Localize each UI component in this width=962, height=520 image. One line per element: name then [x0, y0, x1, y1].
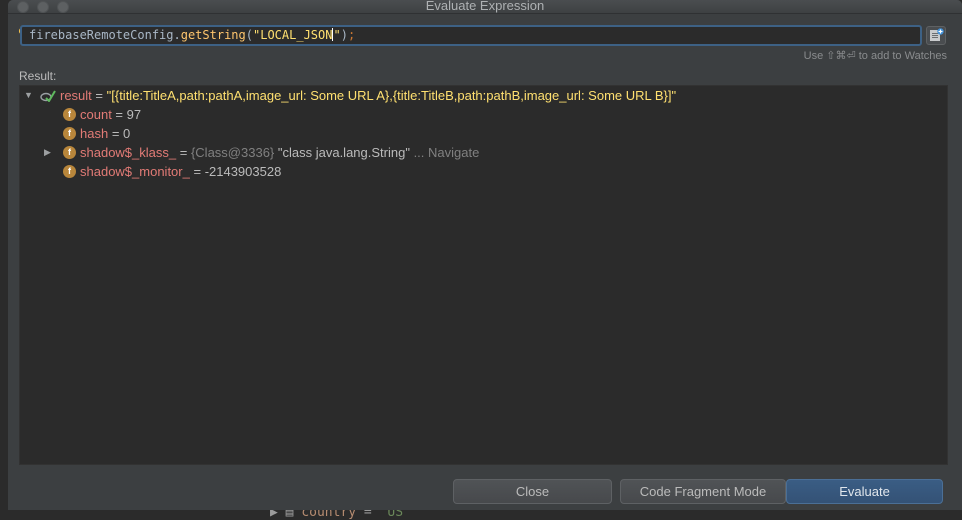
expr-token-open-paren: (: [245, 28, 253, 42]
field-icon: f: [63, 146, 76, 159]
title-bar: Evaluate Expression: [8, 0, 962, 14]
expr-token-string: "LOCAL_JSON: [253, 28, 333, 42]
field-icon: f: [63, 127, 76, 140]
equals-sign: =: [108, 126, 124, 141]
variable-name: shadow$_klass_: [80, 145, 177, 160]
close-button[interactable]: Close: [453, 479, 612, 504]
variable-name: hash: [80, 126, 109, 141]
field-icon: f: [63, 108, 76, 121]
expand-arrow-right-icon[interactable]: ▶: [44, 143, 51, 162]
navigate-link[interactable]: ... Navigate: [410, 145, 480, 160]
expr-token-string-end: ": [333, 28, 341, 42]
add-to-watches-button[interactable]: [926, 26, 946, 45]
variable-value: "class java.lang.String": [274, 145, 410, 160]
object-id: {Class@3336}: [190, 145, 275, 160]
result-label: Result:: [19, 69, 57, 83]
equals-sign: =: [111, 107, 127, 122]
variable-name: result: [60, 88, 92, 103]
equals-sign: =: [189, 164, 205, 179]
variable-name: shadow$_monitor_: [80, 164, 190, 179]
expr-token-dot: .: [173, 28, 181, 42]
expr-token-receiver: firebaseRemoteConfig: [29, 28, 174, 42]
result-tree[interactable]: ▼ result = "[{title:TitleA,path:pathA,im…: [19, 85, 948, 465]
field-icon: f: [63, 165, 76, 178]
variable-value: 97: [126, 107, 142, 122]
expression-input[interactable]: firebaseRemoteConfig.getString("LOCAL_JS…: [20, 25, 922, 46]
variable-name: count: [80, 107, 112, 122]
code-fragment-mode-button[interactable]: Code Fragment Mode: [620, 479, 786, 504]
watch-hint: Use ⇧⌘⏎ to add to Watches: [803, 50, 947, 62]
expr-token-close-paren: ): [340, 28, 348, 42]
variable-value: 0: [123, 126, 131, 141]
expr-token-method: getString: [180, 28, 246, 42]
variable-value: "[{title:TitleA,path:pathA,image_url: So…: [106, 88, 677, 103]
watches-icon: [930, 28, 944, 41]
window-title: Evaluate Expression: [425, 0, 545, 13]
expand-arrow-down-icon[interactable]: ▼: [24, 86, 33, 105]
evaluate-expression-dialog: Evaluate Expression firebaseRemoteConfig…: [8, 0, 962, 510]
expr-token-semicolon: ;: [347, 28, 356, 42]
background-editor-strip: [0, 0, 8, 520]
variable-value: -2143903528: [204, 164, 282, 179]
equals-sign: =: [91, 88, 107, 103]
result-watch-icon: [40, 90, 56, 102]
equals-sign: =: [176, 145, 191, 160]
evaluate-button[interactable]: Evaluate: [786, 479, 943, 504]
